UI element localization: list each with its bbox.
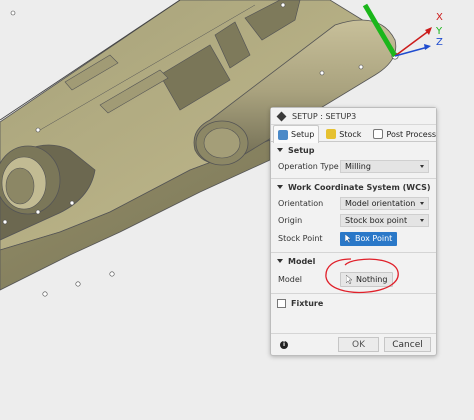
chevron-down-icon xyxy=(420,219,424,222)
x-axis-label: X xyxy=(436,12,443,23)
model-section-title: Model xyxy=(288,256,316,266)
model-section: Model Model Nothing xyxy=(271,252,436,294)
operation-type-label: Operation Type xyxy=(278,162,339,171)
origin-value: Stock box point xyxy=(345,216,408,225)
setup-icon xyxy=(278,129,288,140)
dialog-title: SETUP : SETUP3 xyxy=(292,111,357,121)
z-axis-label: Z xyxy=(436,37,443,48)
collapse-triangle-icon xyxy=(277,259,283,263)
operation-type-value: Milling xyxy=(345,162,371,171)
ok-label: OK xyxy=(352,339,365,350)
tab-post-process-label: Post Process xyxy=(386,129,437,139)
tab-setup[interactable]: Setup xyxy=(273,125,320,143)
stock-point-label: Stock Point xyxy=(278,234,323,243)
setup-section-title: Setup xyxy=(288,145,315,155)
collapse-triangle-icon xyxy=(277,148,283,152)
operation-type-row: Operation Type Milling xyxy=(271,158,436,175)
orientation-value: Model orientation xyxy=(345,199,416,208)
collapse-triangle-icon xyxy=(277,185,283,189)
chevron-down-icon xyxy=(420,165,424,168)
box-point-button[interactable]: Box Point xyxy=(340,231,398,246)
post-process-icon xyxy=(373,129,384,139)
fixture-checkbox[interactable] xyxy=(277,298,286,308)
wcs-section: Work Coordinate System (WCS) Orientation… xyxy=(271,178,436,248)
setup-dialog: SETUP : SETUP3 Setup Stock Post Process … xyxy=(270,107,437,356)
dialog-footer: i OK Cancel xyxy=(271,333,436,355)
model-row: Model Nothing xyxy=(271,258,436,294)
red-annotation-circle xyxy=(325,258,399,294)
dialog-title-bar[interactable]: SETUP : SETUP3 xyxy=(271,108,436,125)
dialog-tabs: Setup Stock Post Process xyxy=(271,125,436,143)
tab-stock[interactable]: Stock xyxy=(321,125,366,142)
stock-icon xyxy=(326,129,337,139)
y-axis-label: Y xyxy=(436,26,443,37)
tab-post-process[interactable]: Post Process xyxy=(368,125,441,142)
orientation-label: Orientation xyxy=(278,199,324,208)
wcs-section-title: Work Coordinate System (WCS) xyxy=(288,182,431,192)
stock-point-row: Stock Point Box Point xyxy=(271,229,436,248)
info-icon[interactable]: i xyxy=(280,340,288,349)
cancel-label: Cancel xyxy=(392,339,423,350)
orientation-row: Orientation Model orientation xyxy=(271,195,436,212)
chevron-down-icon xyxy=(420,202,424,205)
origin-label: Origin xyxy=(278,216,303,225)
tab-setup-label: Setup xyxy=(291,130,315,139)
setup-section: Setup Operation Type Milling xyxy=(271,142,436,175)
setup-section-header[interactable]: Setup xyxy=(271,142,436,158)
origin-select[interactable]: Stock box point xyxy=(340,214,429,227)
wcs-section-header[interactable]: Work Coordinate System (WCS) xyxy=(271,179,436,195)
box-point-label: Box Point xyxy=(355,234,393,243)
cancel-button[interactable]: Cancel xyxy=(384,337,431,352)
ok-button[interactable]: OK xyxy=(338,337,379,352)
cursor-icon xyxy=(345,234,352,243)
fixture-section-title: Fixture xyxy=(291,298,324,308)
dialog-title-icon xyxy=(276,111,287,121)
operation-type-select[interactable]: Milling xyxy=(340,160,429,173)
orientation-select[interactable]: Model orientation xyxy=(340,197,429,210)
tab-stock-label: Stock xyxy=(339,129,362,139)
origin-row: Origin Stock box point xyxy=(271,212,436,229)
